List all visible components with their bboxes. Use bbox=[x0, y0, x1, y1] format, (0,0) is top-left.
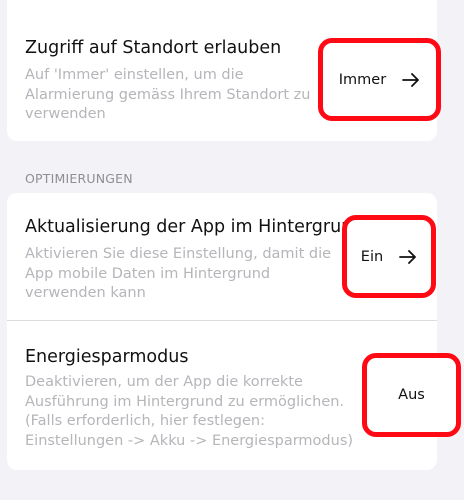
power-saving-value-label: Aus bbox=[398, 387, 425, 403]
arrow-right-icon bbox=[399, 249, 417, 264]
power-saving-title: Energiesparmodus bbox=[25, 347, 189, 367]
background-refresh-title: Aktualisierung der App im Hintergrund bbox=[25, 217, 364, 237]
arrow-right-icon bbox=[402, 72, 420, 87]
power-saving-description: Deaktivieren, um der App die korrekte Au… bbox=[25, 374, 354, 449]
optimizations-section-header: OPTIMIERUNGEN bbox=[25, 171, 133, 186]
location-setting-description: Auf 'Immer' einstellen, um die Alarmieru… bbox=[25, 67, 311, 122]
background-refresh-value-button[interactable]: Ein bbox=[342, 215, 436, 298]
power-saving-value-button[interactable]: Aus bbox=[362, 353, 461, 437]
background-refresh-value-label: Ein bbox=[360, 248, 384, 265]
location-setting-title: Zugriff auf Standort erlauben bbox=[25, 38, 282, 58]
location-value-label: Immer bbox=[338, 71, 387, 88]
location-value-button[interactable]: Immer bbox=[318, 38, 441, 121]
background-refresh-description: Aktivieren Sie diese Einstellung, damit … bbox=[25, 246, 332, 301]
